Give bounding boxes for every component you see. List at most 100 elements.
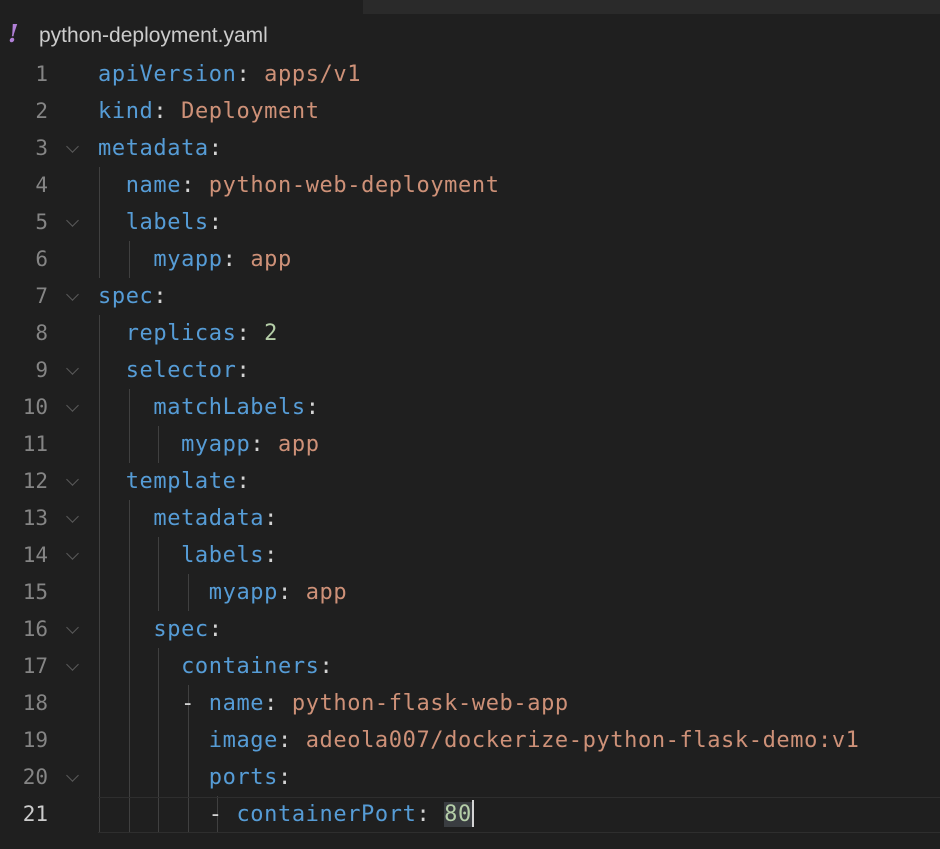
indent-text: - <box>98 802 237 827</box>
fold-chevron-icon[interactable] <box>66 473 79 486</box>
yaml-key: spec <box>98 284 154 309</box>
code-line[interactable]: 10 matchLabels: <box>0 389 940 426</box>
yaml-key: labels <box>125 210 209 235</box>
yaml-colon: : <box>416 802 445 827</box>
indent-text <box>98 765 209 790</box>
code-line[interactable]: 8 replicas: 2 <box>0 315 940 352</box>
yaml-colon: : <box>264 506 279 531</box>
code-line[interactable]: 4 name: python-web-deployment <box>0 167 940 204</box>
yaml-colon: : <box>153 99 182 124</box>
line-number: 18 <box>22 691 48 715</box>
yaml-value: apps/v1 <box>264 62 362 87</box>
code-line[interactable]: 11 myapp: app <box>0 426 940 463</box>
code-line[interactable]: 17 containers: <box>0 648 940 685</box>
indent-text <box>98 358 126 383</box>
fold-chevron-icon[interactable] <box>66 621 79 634</box>
code-line[interactable]: 9 selector: <box>0 352 940 389</box>
yaml-key: metadata <box>153 506 265 531</box>
code-line[interactable]: 5 labels: <box>0 204 940 241</box>
indent-text: - <box>98 691 209 716</box>
yaml-key: name <box>208 691 265 716</box>
code-line[interactable]: 7 spec: <box>0 278 940 315</box>
yaml-colon: : <box>153 284 168 309</box>
code-text: ports: <box>98 759 292 796</box>
code-line[interactable]: 15 myapp: app <box>0 574 940 611</box>
text-cursor <box>471 800 474 827</box>
fold-chevron-icon[interactable] <box>66 140 79 153</box>
yaml-value: app <box>305 580 348 605</box>
code-text: labels: <box>98 204 223 241</box>
fold-chevron-icon[interactable] <box>66 547 79 560</box>
fold-chevron-icon[interactable] <box>66 288 79 301</box>
fold-chevron-icon[interactable] <box>66 399 79 412</box>
line-number: 12 <box>22 469 48 493</box>
line-number: 6 <box>35 247 48 271</box>
indent-text <box>98 173 126 198</box>
yaml-value: app <box>250 247 292 272</box>
fold-chevron-icon[interactable] <box>66 362 79 375</box>
code-line[interactable]: 18 - name: python-flask-web-app <box>0 685 940 722</box>
code-line[interactable]: 13 metadata: <box>0 500 940 537</box>
code-line[interactable]: 20 ports: <box>0 759 940 796</box>
yaml-key: metadata <box>98 136 209 161</box>
code-text: spec: <box>98 611 223 648</box>
code-line[interactable]: 1 apiVersion: apps/v1 <box>0 56 940 93</box>
indent-text <box>98 395 153 420</box>
yaml-key: labels <box>181 543 265 568</box>
yaml-key: replicas <box>125 321 237 346</box>
yaml-colon: : <box>208 617 223 642</box>
yaml-colon: : <box>305 395 320 420</box>
indent-text <box>98 432 181 457</box>
yaml-colon: : <box>236 358 251 383</box>
code-line[interactable]: 16 spec: <box>0 611 940 648</box>
fold-chevron-icon[interactable] <box>66 214 79 227</box>
code-text: metadata: <box>98 500 278 537</box>
yaml-key: apiVersion <box>98 62 237 87</box>
indent-text <box>98 617 153 642</box>
indent-text <box>98 469 126 494</box>
code-line[interactable]: 19 image: adeola007/dockerize-python-fla… <box>0 722 940 759</box>
yaml-value: python-web-deployment <box>208 173 500 198</box>
yaml-colon: : <box>250 432 279 457</box>
fold-chevron-icon[interactable] <box>66 510 79 523</box>
code-text: selector: <box>98 352 250 389</box>
yaml-key: image <box>208 728 278 753</box>
code-text: myapp: app <box>98 426 320 463</box>
yaml-key: name <box>125 173 182 198</box>
code-text: image: adeola007/dockerize-python-flask-… <box>98 722 860 759</box>
indent-text <box>98 506 153 531</box>
code-line[interactable]: 3 metadata: <box>0 130 940 167</box>
yaml-key: myapp <box>181 432 251 457</box>
editor-tab[interactable]: ! python-deployment.yaml <box>0 18 940 54</box>
yaml-key: spec <box>153 617 209 642</box>
code-line[interactable]: 12 template: <box>0 463 940 500</box>
fold-chevron-icon[interactable] <box>66 769 79 782</box>
yaml-key: template <box>125 469 237 494</box>
code-text: myapp: app <box>98 574 347 611</box>
line-number: 8 <box>35 321 48 345</box>
indent-text <box>98 580 209 605</box>
code-text: spec: <box>98 278 167 315</box>
yaml-key: containerPort <box>236 802 417 827</box>
fold-chevron-icon[interactable] <box>66 658 79 671</box>
yaml-colon: : <box>181 173 209 198</box>
indent-text <box>98 728 209 753</box>
code-text: metadata: <box>98 130 223 167</box>
code-editor[interactable]: 1 apiVersion: apps/v1 2 kind: Deployment 3 me… <box>0 56 940 849</box>
code-line[interactable]: 21 - containerPort: 80 <box>0 796 940 833</box>
indent-text <box>98 247 153 272</box>
yaml-file-icon: ! <box>8 19 19 48</box>
yaml-key: containers <box>181 654 320 679</box>
indent-text <box>98 321 126 346</box>
yaml-colon: : <box>236 62 265 87</box>
line-number: 20 <box>22 765 48 789</box>
code-line[interactable]: 6 myapp: app <box>0 241 940 278</box>
yaml-key: myapp <box>153 247 223 272</box>
code-line[interactable]: 14 labels: <box>0 537 940 574</box>
yaml-colon: : <box>319 654 334 679</box>
line-number: 9 <box>35 358 48 382</box>
code-line[interactable]: 2 kind: Deployment <box>0 93 940 130</box>
yaml-value: 80 <box>444 802 472 827</box>
code-text: replicas: 2 <box>98 315 278 352</box>
line-number: 2 <box>35 99 48 123</box>
